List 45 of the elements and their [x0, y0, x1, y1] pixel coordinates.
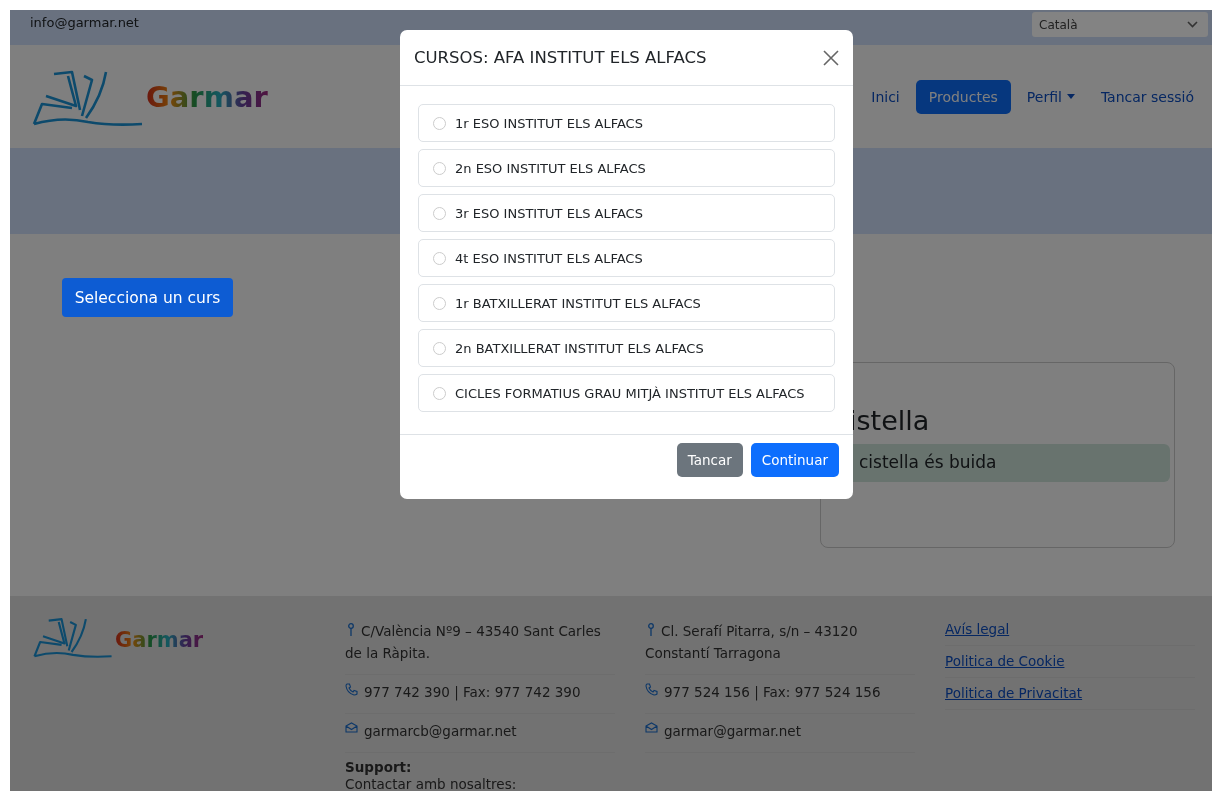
nav-link[interactable]: Perfil: [1016, 79, 1085, 114]
address-text: Cl. Serafí Pitarra, s/n – 43120 Constantí Tarragona: [645, 622, 859, 663]
support-heading: Support:: [345, 759, 413, 775]
course-label: 4t ESO INSTITUT ELS ALFACS: [455, 250, 643, 266]
course-option[interactable]: 2n BATXILLERAT INSTITUT ELS ALFACS: [418, 329, 835, 367]
phone-text: 977 524 156 | Fax: 977 524 156: [664, 683, 881, 703]
select-course-button[interactable]: Selecciona un curs: [62, 278, 233, 317]
pin-icon: [347, 623, 355, 637]
course-label: 3r ESO INSTITUT ELS ALFACS: [455, 205, 643, 221]
footer-link[interactable]: Politica de Cookie: [945, 653, 1065, 669]
course-label: 1r BATXILLERAT INSTITUT ELS ALFACS: [455, 295, 701, 311]
phone-text: 977 742 390 | Fax: 977 742 390: [364, 683, 581, 703]
close-icon[interactable]: [823, 49, 839, 66]
envelope-icon: [645, 722, 658, 733]
nav-link[interactable]: Tancar sessió: [1090, 79, 1204, 114]
nav-link[interactable]: Productes: [915, 79, 1011, 114]
pin-icon: [647, 623, 655, 637]
footer-link[interactable]: Avís legal: [945, 621, 1010, 637]
course-option[interactable]: 2n ESO INSTITUT ELS ALFACS: [418, 149, 835, 187]
email-text: garmar@garmar.net: [664, 722, 801, 741]
language-select[interactable]: Català: [1032, 12, 1208, 37]
course-label: 1r ESO INSTITUT ELS ALFACS: [455, 115, 643, 131]
caret-icon: [1066, 94, 1075, 99]
course-label: 2n BATXILLERAT INSTITUT ELS ALFACS: [455, 340, 704, 356]
course-option[interactable]: CICLES FORMATIUS GRAU MITJÀ INSTITUT ELS ALFACS: [418, 374, 835, 412]
footer-link[interactable]: Politica de Privacitat: [945, 685, 1083, 701]
continue-button[interactable]: Continuar: [750, 443, 839, 477]
support-text: Contactar amb nosaltres:: [345, 776, 518, 791]
phone-icon: [645, 683, 658, 696]
close-button[interactable]: Tancar: [676, 443, 743, 477]
envelope-icon: [345, 722, 358, 733]
phone-icon: [345, 683, 358, 696]
course-option[interactable]: 3r ESO INSTITUT ELS ALFACS: [418, 194, 835, 232]
course-label: CICLES FORMATIUS GRAU MITJÀ INSTITUT ELS ALFACS: [455, 385, 805, 401]
address-text: C/València Nº9 – 43540 Sant Carles de la Ràpita.: [345, 622, 602, 663]
cart-title: istella: [849, 405, 931, 436]
nav-link[interactable]: Inici: [861, 79, 910, 114]
chevron-down-icon: [1187, 21, 1198, 28]
dialog-title: CURSOS: AFA INSTITUT ELS ALFACS: [414, 48, 707, 67]
course-option[interactable]: 4t ESO INSTITUT ELS ALFACS: [418, 239, 835, 277]
course-label: 2n ESO INSTITUT ELS ALFACS: [455, 160, 646, 176]
email-text: garmarcb@garmar.net: [364, 722, 517, 741]
contact-email: info@garmar.net: [30, 15, 139, 30]
course-option[interactable]: 1r ESO INSTITUT ELS ALFACS: [418, 104, 835, 142]
course-option[interactable]: 1r BATXILLERAT INSTITUT ELS ALFACS: [418, 284, 835, 322]
